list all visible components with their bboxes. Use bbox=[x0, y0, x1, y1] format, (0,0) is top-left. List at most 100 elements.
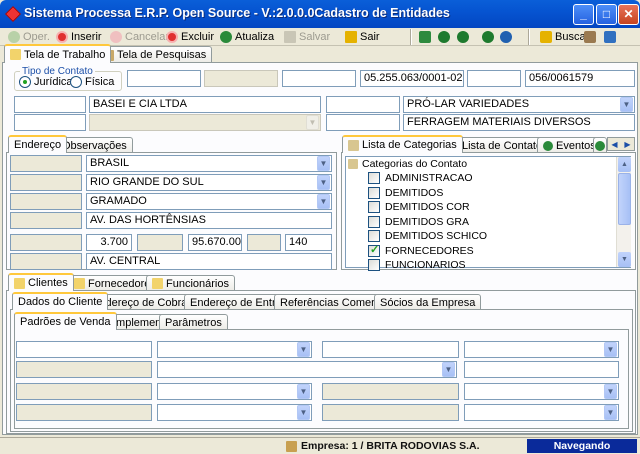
complement-field[interactable]: 140 bbox=[285, 234, 332, 251]
tools-button[interactable] bbox=[584, 29, 596, 45]
cep-field[interactable]: 95.670.000 bbox=[188, 234, 242, 251]
sales-select[interactable]: ▼ bbox=[157, 383, 312, 400]
ie-field[interactable]: 056/0061579 bbox=[525, 70, 635, 87]
tab-overflow[interactable] bbox=[593, 137, 607, 153]
aux-code-field[interactable] bbox=[14, 114, 86, 131]
fantasia-code-field[interactable] bbox=[326, 96, 400, 113]
sales-field[interactable] bbox=[16, 341, 152, 358]
sales-field[interactable] bbox=[322, 404, 459, 421]
tab-work-screen[interactable]: Tela de Trabalho bbox=[4, 44, 112, 63]
tab-search-screen[interactable]: Tela de Pesquisas bbox=[97, 46, 213, 63]
chevron-down-icon[interactable]: ▼ bbox=[442, 362, 455, 377]
config-button[interactable] bbox=[419, 29, 431, 45]
arrow-right-icon[interactable]: ▶ bbox=[624, 140, 630, 149]
doc-field[interactable] bbox=[282, 70, 356, 87]
state-select[interactable]: RIO GRANDE DO SUL ▼ bbox=[86, 174, 332, 191]
number-field[interactable]: 3.700 bbox=[86, 234, 132, 251]
update-button[interactable]: Atualiza bbox=[220, 29, 274, 45]
name-code-field[interactable] bbox=[14, 96, 86, 113]
previous-record-button[interactable] bbox=[457, 29, 469, 45]
tab-parameters[interactable]: Parâmetros bbox=[159, 314, 228, 330]
street-field[interactable]: AV. DAS HORTÊNSIAS bbox=[86, 212, 332, 229]
code-field[interactable] bbox=[127, 70, 201, 87]
city-code[interactable] bbox=[10, 193, 82, 210]
sales-field[interactable] bbox=[16, 383, 152, 400]
exit-button[interactable]: Sair bbox=[345, 29, 380, 45]
fantasia-field[interactable]: PRÓ-LAR VARIEDADES ▼ bbox=[403, 96, 635, 113]
chevron-down-icon[interactable]: ▼ bbox=[297, 405, 310, 420]
tab-scroll-buttons[interactable]: ◀ ▶ bbox=[607, 137, 635, 151]
chevron-down-icon[interactable]: ▼ bbox=[604, 384, 617, 399]
first-record-button[interactable] bbox=[438, 29, 450, 45]
category-item[interactable]: FUNCIONARIOS bbox=[346, 258, 630, 273]
cancel-button[interactable]: Cancelar bbox=[110, 29, 169, 45]
radio-fisica[interactable]: Física bbox=[70, 76, 114, 88]
sales-select-wide[interactable]: ▼ bbox=[157, 361, 457, 378]
checkbox[interactable] bbox=[368, 215, 380, 228]
delete-button[interactable]: Excluir bbox=[166, 29, 214, 45]
insert-button[interactable]: Inserir bbox=[56, 29, 102, 45]
tab-observations[interactable]: Observações bbox=[56, 137, 133, 153]
sales-select[interactable]: ▼ bbox=[464, 341, 619, 358]
last-record-button[interactable] bbox=[500, 29, 512, 45]
scroll-thumb[interactable] bbox=[618, 173, 631, 225]
tab-sales-defaults[interactable]: Padrões de Venda bbox=[14, 312, 117, 330]
tab-partners[interactable]: Sócios da Empresa bbox=[374, 294, 482, 310]
chevron-down-icon[interactable]: ▼ bbox=[604, 342, 617, 357]
chevron-down-icon[interactable]: ▼ bbox=[317, 175, 330, 190]
street2-code[interactable] bbox=[10, 253, 82, 270]
chevron-down-icon[interactable]: ▼ bbox=[604, 405, 617, 420]
cnpj-field[interactable]: 05.255.063/0001-02 bbox=[360, 70, 464, 87]
checkbox[interactable] bbox=[368, 230, 380, 243]
street-code[interactable] bbox=[10, 212, 82, 229]
category-item[interactable]: DEMITIDOS COR bbox=[346, 200, 630, 215]
ramo-code-field[interactable] bbox=[326, 114, 400, 131]
next-record-button[interactable] bbox=[482, 29, 494, 45]
category-item[interactable]: ADMINISTRACAO bbox=[346, 171, 630, 186]
save-button[interactable]: Salvar bbox=[284, 29, 330, 45]
arrow-left-icon[interactable]: ◀ bbox=[611, 140, 617, 149]
checkbox[interactable] bbox=[368, 186, 380, 199]
category-item[interactable]: DEMITIDOS GRA bbox=[346, 215, 630, 230]
tab-clients[interactable]: Clientes bbox=[8, 273, 74, 291]
sales-field[interactable] bbox=[464, 361, 619, 378]
tab-category-list[interactable]: Lista de Categorias bbox=[342, 135, 463, 153]
tree-root[interactable]: Categorias do Contato bbox=[346, 157, 630, 171]
sales-field[interactable] bbox=[322, 341, 459, 358]
state-code[interactable] bbox=[10, 174, 82, 191]
checkbox[interactable] bbox=[368, 243, 380, 257]
chevron-down-icon[interactable]: ▼ bbox=[317, 194, 330, 209]
scrollbar[interactable]: ▲ ▼ bbox=[616, 157, 631, 267]
chevron-down-icon[interactable]: ▼ bbox=[317, 156, 330, 171]
checkbox[interactable] bbox=[368, 201, 380, 214]
sales-select[interactable]: ▼ bbox=[464, 383, 619, 400]
sales-field[interactable] bbox=[322, 383, 459, 400]
minimize-button[interactable]: _ bbox=[573, 4, 594, 25]
category-item[interactable]: FORNECEDORES bbox=[346, 243, 630, 259]
sales-field[interactable] bbox=[16, 404, 152, 421]
street2-field[interactable]: AV. CENTRAL bbox=[86, 253, 332, 270]
sales-select[interactable]: ▼ bbox=[464, 404, 619, 421]
radio-juridica[interactable]: Jurídica bbox=[19, 76, 73, 88]
city-select[interactable]: GRAMADO ▼ bbox=[86, 193, 332, 210]
category-item[interactable]: DEMITIDOS SCHICO bbox=[346, 229, 630, 244]
scroll-up-arrow[interactable]: ▲ bbox=[618, 157, 631, 172]
checkbox[interactable] bbox=[368, 259, 380, 272]
category-tree[interactable]: Categorias do Contato ADMINISTRACAO DEMIT… bbox=[345, 156, 631, 272]
sales-field[interactable] bbox=[16, 361, 152, 378]
ie-prefix-field[interactable] bbox=[467, 70, 521, 87]
chevron-down-icon[interactable]: ▼ bbox=[297, 384, 310, 399]
tab-employees[interactable]: Funcionários bbox=[146, 275, 235, 291]
maximize-button[interactable]: □ bbox=[596, 4, 617, 25]
country-code[interactable] bbox=[10, 155, 82, 172]
close-button[interactable]: ✕ bbox=[618, 4, 639, 25]
help-button[interactable] bbox=[604, 29, 616, 45]
country-select[interactable]: BRASIL ▼ bbox=[86, 155, 332, 172]
tab-address[interactable]: Endereço bbox=[8, 135, 68, 153]
open-button[interactable]: Oper. bbox=[8, 29, 50, 45]
sales-select[interactable]: ▼ bbox=[157, 404, 312, 421]
chevron-down-icon[interactable]: ▼ bbox=[297, 342, 310, 357]
ramo-field[interactable]: FERRAGEM MATERIAIS DIVERSOS bbox=[403, 114, 635, 131]
category-item[interactable]: DEMITIDOS bbox=[346, 186, 630, 201]
razao-social-field[interactable]: BASEI E CIA LTDA bbox=[89, 96, 321, 113]
